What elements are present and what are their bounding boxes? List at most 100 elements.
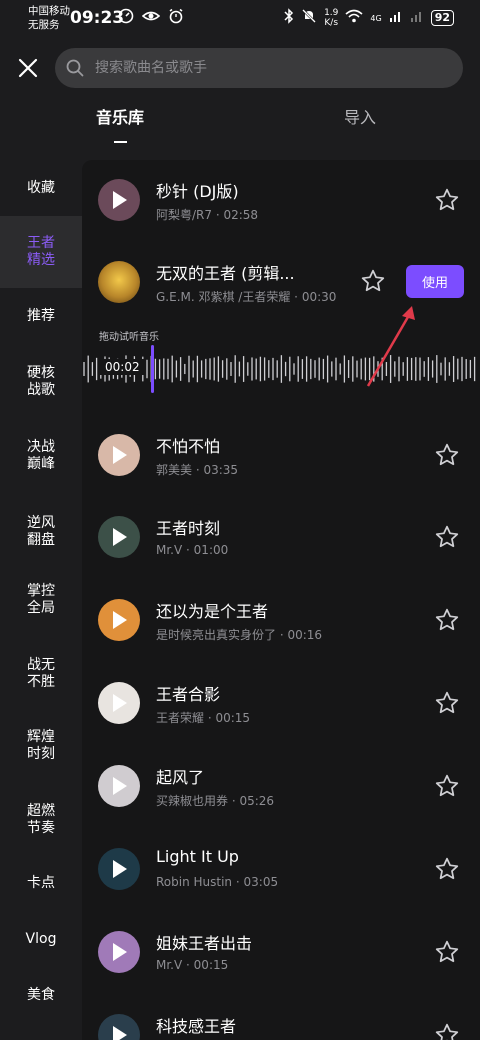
song-cover <box>98 516 140 558</box>
star-icon[interactable] <box>360 268 386 294</box>
song-title: 王者合影 <box>156 685 221 704</box>
play-icon <box>113 777 127 795</box>
song-row[interactable]: 秒针 (DJ版) 阿梨粤/R7 · 02:58 <box>82 160 480 240</box>
song-meta: Mr.V · 01:00 <box>156 543 229 557</box>
category-label: 辉煌 时刻 <box>27 729 55 762</box>
playback-position: 00:02 <box>100 359 145 375</box>
song-artist: Mr.V <box>156 958 183 972</box>
category-recommended[interactable]: 推荐 <box>0 288 82 344</box>
category-label: 收藏 <box>27 179 55 196</box>
star-icon[interactable] <box>434 524 460 550</box>
category-hype-beat[interactable]: 超燃 节奏 <box>0 790 82 850</box>
song-duration: 05:26 <box>239 794 275 808</box>
category-sidebar: 收藏 王者 精选 推荐 硬核 战歌 决战 巅峰 逆风 翻盘 掌控 全局 战无 不… <box>0 160 82 1040</box>
song-cover <box>98 434 140 476</box>
category-favorites[interactable]: 收藏 <box>0 160 82 216</box>
mute-bell-icon <box>301 8 317 28</box>
song-meta: G.E.M. 邓紫棋 /王者荣耀 · 00:30 <box>156 290 337 304</box>
net-speed-value: 1.9 <box>324 8 339 18</box>
bluetooth-icon <box>284 8 294 28</box>
search-bar[interactable] <box>55 48 463 88</box>
tab-import[interactable]: 导入 <box>344 104 376 128</box>
net-speed-unit: K/s <box>324 18 339 28</box>
play-icon <box>113 1026 127 1040</box>
playhead[interactable] <box>151 345 154 393</box>
use-button[interactable]: 使用 <box>406 265 464 298</box>
category-comeback[interactable]: 逆风 翻盘 <box>0 502 82 562</box>
star-icon[interactable] <box>434 690 460 716</box>
status-icons-left <box>118 8 184 28</box>
star-icon[interactable] <box>434 607 460 633</box>
song-row[interactable]: 王者合影 王者荣耀 · 00:15 <box>82 663 480 743</box>
tab-music-library[interactable]: 音乐库 <box>96 104 144 128</box>
eye-icon <box>141 8 161 28</box>
category-label: 推荐 <box>27 307 55 324</box>
song-title: 无双的王者 (剪辑... <box>156 264 295 283</box>
play-icon <box>113 860 127 878</box>
song-duration: 00:15 <box>193 958 229 972</box>
category-hardcore[interactable]: 硬核 战歌 <box>0 352 82 412</box>
category-food[interactable]: 美食 <box>0 970 82 1020</box>
song-title: 不怕不怕 <box>156 437 221 456</box>
song-title: 科技感王者 <box>156 1017 237 1036</box>
play-icon <box>113 528 127 546</box>
search-icon <box>66 59 84 81</box>
song-cover <box>98 1014 140 1040</box>
category-beat-sync[interactable]: 卡点 <box>0 858 82 908</box>
song-row[interactable]: 科技感王者 <box>82 995 480 1040</box>
gauge-icon <box>118 8 134 28</box>
song-artist: G.E.M. 邓紫棋 /王者荣耀 <box>156 290 291 304</box>
star-icon[interactable] <box>434 856 460 882</box>
song-cover <box>98 179 140 221</box>
category-label: 掌控 全局 <box>27 583 55 616</box>
category-label: Vlog <box>25 930 57 947</box>
song-title: 姐妹王者出击 <box>156 934 253 953</box>
song-meta: 王者荣耀 · 00:15 <box>156 711 251 725</box>
category-king-picks[interactable]: 王者 精选 <box>0 216 82 288</box>
song-artist: Robin Hustin <box>156 875 233 889</box>
song-row[interactable]: Light It Up Robin Hustin · 03:05 <box>82 829 480 909</box>
drag-hint: 拖动试听音乐 <box>99 332 159 343</box>
song-meta: 郭美美 · 03:35 <box>156 463 239 477</box>
song-artist: 郭美美 <box>156 463 193 477</box>
close-button[interactable] <box>14 54 42 82</box>
category-glory[interactable]: 辉煌 时刻 <box>0 716 82 776</box>
category-vlog[interactable]: Vlog <box>0 914 82 964</box>
song-meta: Robin Hustin · 03:05 <box>156 875 279 889</box>
category-peak-battle[interactable]: 决战 巅峰 <box>0 426 82 486</box>
song-row[interactable]: 起风了 买辣椒也用券 · 05:26 <box>82 746 480 826</box>
search-input[interactable] <box>95 48 445 88</box>
category-invincible[interactable]: 战无 不胜 <box>0 644 82 704</box>
carrier-info: 中国移动 无服务 <box>28 4 70 32</box>
song-meta: 阿梨粤/R7 · 02:58 <box>156 208 259 222</box>
song-row[interactable]: 王者时刻 Mr.V · 01:00 <box>82 497 480 577</box>
signal-icon-2 <box>410 9 424 27</box>
net-speed: 1.9 K/s <box>324 8 338 28</box>
song-title: 秒针 (DJ版) <box>156 182 239 201</box>
star-icon[interactable] <box>434 442 460 468</box>
star-icon[interactable] <box>434 1022 460 1040</box>
song-cover <box>98 931 140 973</box>
star-icon[interactable] <box>434 939 460 965</box>
category-label: 王者 精选 <box>27 235 55 268</box>
play-icon <box>113 611 127 629</box>
star-icon[interactable] <box>434 773 460 799</box>
song-duration: 00:30 <box>301 290 337 304</box>
network-type: 4G <box>370 13 382 23</box>
play-icon <box>113 446 127 464</box>
category-label: 卡点 <box>27 874 55 891</box>
song-row[interactable]: 还以为是个王者 是时候亮出真实身份了 · 00:16 <box>82 580 480 660</box>
song-row[interactable]: 姐妹王者出击 Mr.V · 00:15 <box>82 912 480 992</box>
song-meta: 买辣椒也用券 · 05:26 <box>156 794 275 808</box>
carrier-name: 中国移动 <box>28 5 70 17</box>
carrier-service: 无服务 <box>28 19 60 31</box>
song-title: 起风了 <box>156 768 205 787</box>
annotation-arrow <box>366 306 415 387</box>
star-icon[interactable] <box>434 187 460 213</box>
song-artist: 是时候亮出真实身份了 <box>156 628 277 642</box>
song-row[interactable]: 不怕不怕 郭美美 · 03:35 <box>82 415 480 495</box>
category-control[interactable]: 掌控 全局 <box>0 570 82 630</box>
play-icon <box>113 694 127 712</box>
song-list: 秒针 (DJ版) 阿梨粤/R7 · 02:58 无双的王者 (剪辑... G.E… <box>82 160 480 1040</box>
play-icon <box>113 191 127 209</box>
